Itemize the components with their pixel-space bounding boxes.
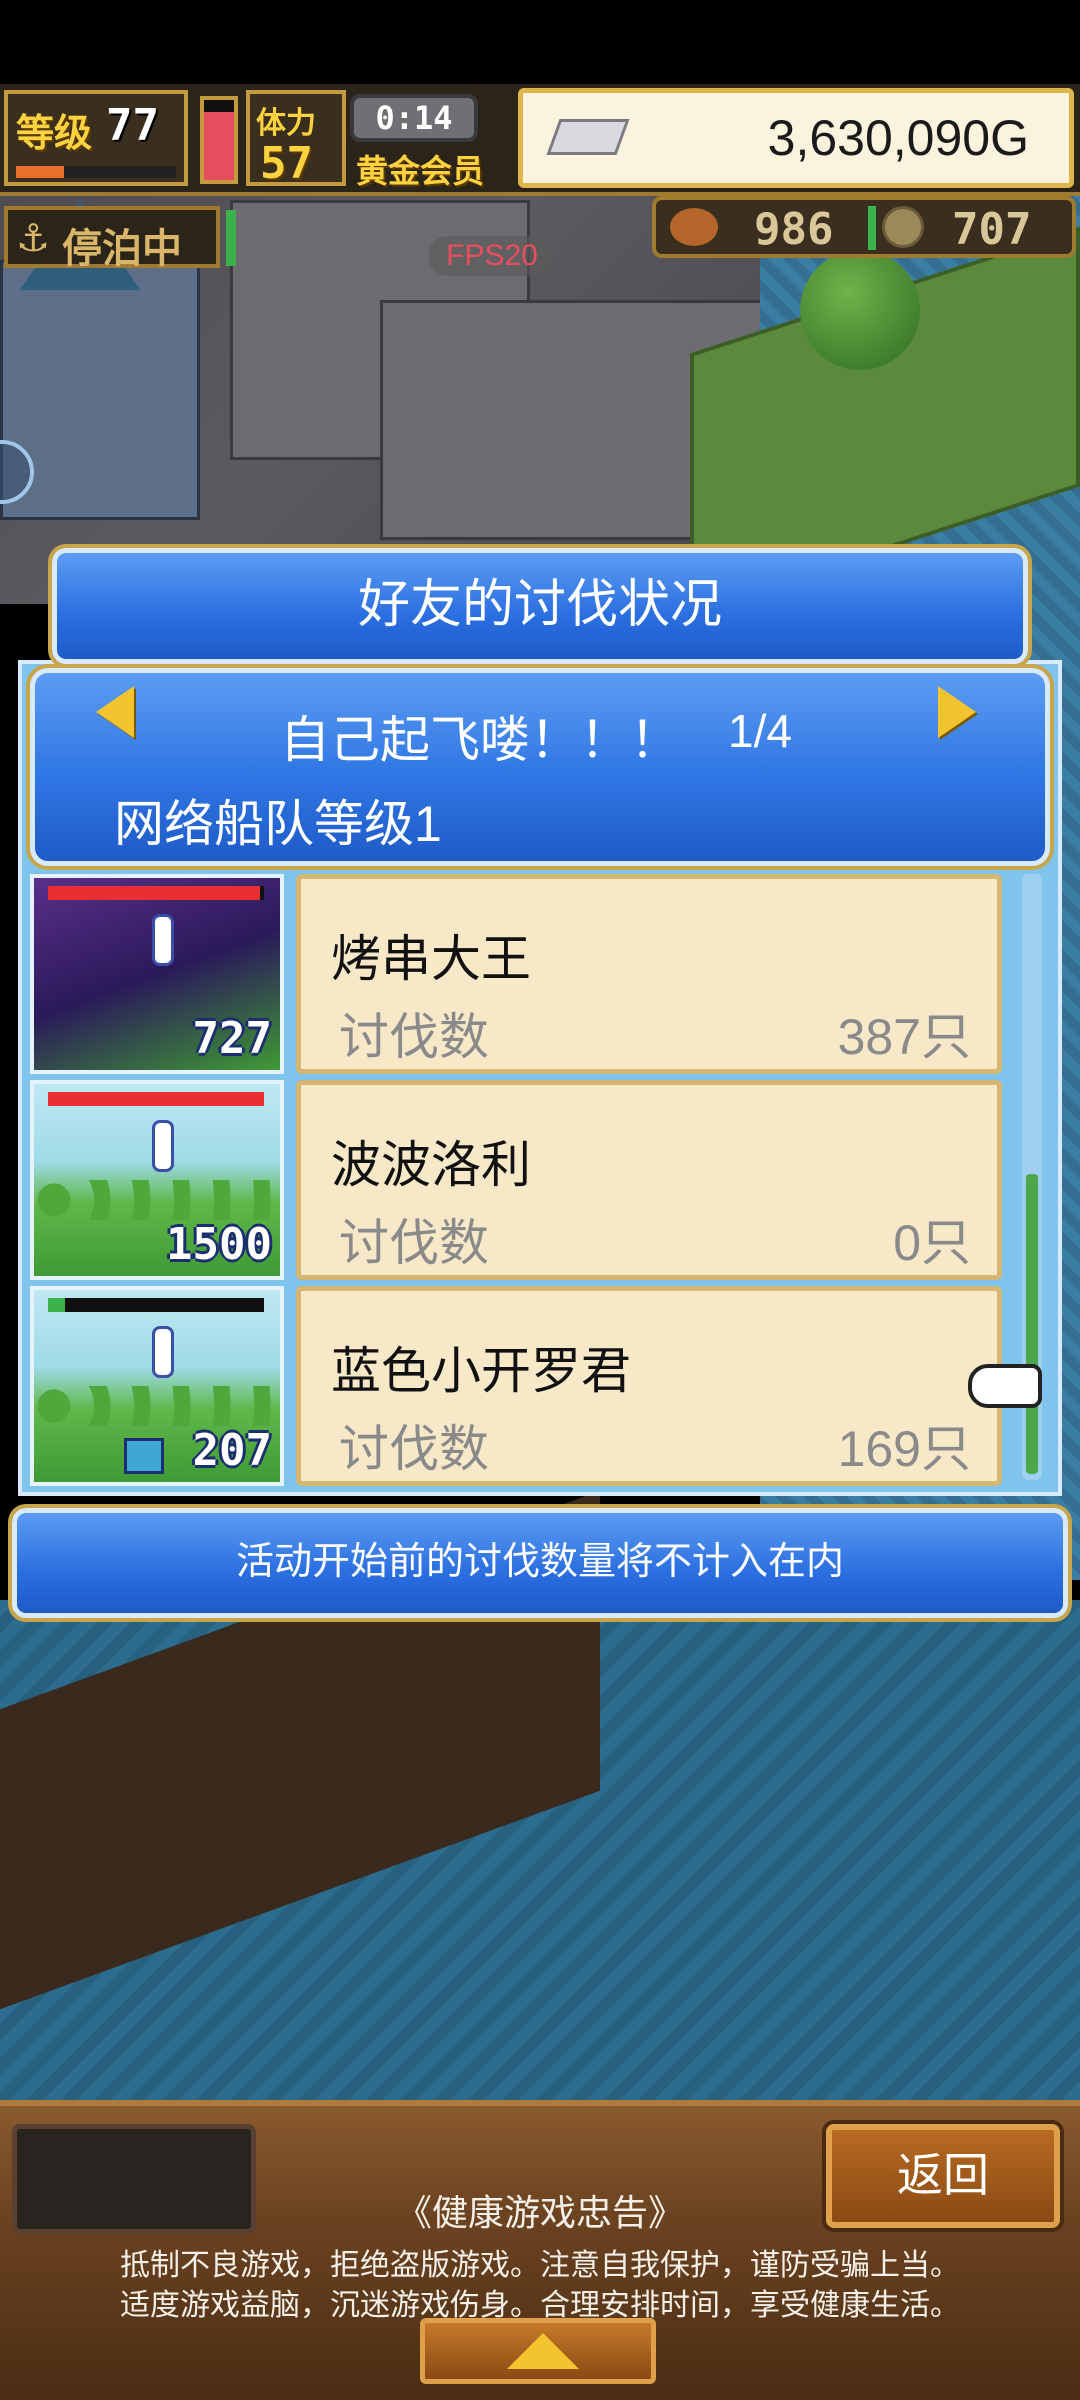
level-value: 77 bbox=[106, 100, 159, 151]
food-icon bbox=[670, 208, 718, 246]
tree-sprite bbox=[800, 250, 920, 370]
hp-bar-fill bbox=[48, 1298, 66, 1312]
top-hud: 等级 77 体力 57 0:14 黄金会员 3,630,090G bbox=[0, 84, 1080, 196]
exclamation-icon bbox=[152, 1120, 174, 1172]
hp-bar bbox=[48, 1092, 264, 1106]
next-arrow-icon[interactable] bbox=[938, 686, 976, 738]
resource-a-value: 986 bbox=[754, 204, 834, 255]
up-arrow-icon bbox=[507, 2333, 579, 2369]
list-item[interactable]: 1500 波波洛利 讨伐数 0只 bbox=[30, 1080, 1010, 1280]
monster-name: 蓝色小开罗君 bbox=[331, 1343, 631, 1399]
stamina-timer: 0:14 bbox=[350, 94, 478, 142]
tree-line bbox=[34, 1386, 280, 1426]
monster-thumbnail: 727 bbox=[30, 874, 284, 1074]
health-advice-title: 《健康游戏忠告》 bbox=[395, 2192, 684, 2233]
prev-arrow-icon[interactable] bbox=[96, 686, 134, 738]
anchor-status-indicator bbox=[226, 210, 236, 266]
dialog-title-bar: 好友的讨伐状况 bbox=[52, 548, 1028, 664]
stamina-gauge-fill bbox=[204, 112, 234, 180]
expand-up-button[interactable] bbox=[420, 2318, 656, 2384]
stamina-value: 57 bbox=[260, 138, 313, 189]
stamina-gauge bbox=[200, 96, 238, 184]
scrollbar-thumb[interactable] bbox=[1026, 1174, 1038, 1474]
fleet-rank: 网络船队等级1 bbox=[114, 796, 442, 852]
pointing-hand-icon bbox=[968, 1364, 1042, 1408]
health-advice-line-1: 抵制不良游戏，拒绝盗版游戏。注意自我保护，谨防受骗上当。 bbox=[120, 2249, 960, 2282]
fps-counter: FPS20 bbox=[428, 236, 556, 276]
dialog-title: 好友的讨伐状况 bbox=[357, 576, 722, 634]
blue-slime-icon bbox=[124, 1438, 164, 1474]
level-exp-fill bbox=[16, 166, 64, 178]
tree-line bbox=[34, 1180, 280, 1220]
resource-b-value: 707 bbox=[952, 204, 1032, 255]
monster-count: 207 bbox=[192, 1425, 272, 1476]
page-indicator: 1/4 bbox=[728, 705, 792, 757]
resource-divider bbox=[868, 206, 876, 250]
list-item[interactable]: 207 蓝色小开罗君 讨伐数 169只 bbox=[30, 1286, 1010, 1486]
hp-bar-fill bbox=[48, 886, 260, 900]
defeat-label: 讨伐数 bbox=[339, 1215, 489, 1271]
silver-bar-icon bbox=[546, 119, 630, 155]
stamina-label: 体力 bbox=[256, 107, 316, 140]
monster-thumbnail: 1500 bbox=[30, 1080, 284, 1280]
list-item[interactable]: 727 烤串大王 讨伐数 387只 bbox=[30, 874, 1010, 1074]
defeat-count: 387只 bbox=[837, 1009, 971, 1065]
exclamation-icon bbox=[152, 914, 174, 966]
resource-panel[interactable]: 986 707 bbox=[652, 196, 1076, 258]
anchor-status-label: 停泊中 bbox=[62, 227, 182, 271]
defeat-label: 讨伐数 bbox=[339, 1421, 489, 1477]
anchor-status-button[interactable]: ⚓ 停泊中 bbox=[4, 206, 220, 271]
hp-bar bbox=[48, 886, 264, 900]
anchor-icon: ⚓ bbox=[16, 218, 51, 260]
notice-bar: 活动开始前的讨伐数量将不计入在内 bbox=[12, 1508, 1068, 1618]
entry-card: 蓝色小开罗君 讨伐数 169只 bbox=[296, 1286, 1002, 1486]
defeat-count: 0只 bbox=[893, 1215, 971, 1271]
defeat-label: 讨伐数 bbox=[339, 1009, 489, 1065]
monster-name: 波波洛利 bbox=[331, 1137, 531, 1193]
stamina-panel: 体力 57 bbox=[246, 90, 346, 189]
status-bar-area bbox=[0, 0, 1080, 84]
monster-count: 1500 bbox=[166, 1219, 272, 1270]
friend-name: 自己起飞喽！！！ bbox=[280, 712, 680, 768]
hp-bar-fill bbox=[48, 1092, 264, 1106]
monster-name: 烤串大王 bbox=[331, 931, 531, 987]
coin-icon bbox=[882, 206, 924, 248]
monster-count: 727 bbox=[192, 1013, 272, 1064]
gold-amount: 3,630,090G bbox=[767, 110, 1029, 166]
exclamation-icon bbox=[152, 1326, 174, 1378]
level-label: 等级 bbox=[16, 111, 93, 155]
hp-bar bbox=[48, 1298, 264, 1312]
defeat-count: 169只 bbox=[837, 1421, 971, 1477]
level-panel: 等级 77 bbox=[4, 90, 188, 186]
gold-member-badge[interactable]: 黄金会员 bbox=[356, 146, 484, 192]
notice-text: 活动开始前的讨伐数量将不计入在内 bbox=[235, 1541, 844, 1583]
level-exp-bar bbox=[16, 166, 176, 178]
gold-display[interactable]: 3,630,090G bbox=[518, 88, 1074, 188]
entry-card: 波波洛利 讨伐数 0只 bbox=[296, 1080, 1002, 1280]
monster-thumbnail: 207 bbox=[30, 1286, 284, 1486]
entry-card: 烤串大王 讨伐数 387只 bbox=[296, 874, 1002, 1074]
